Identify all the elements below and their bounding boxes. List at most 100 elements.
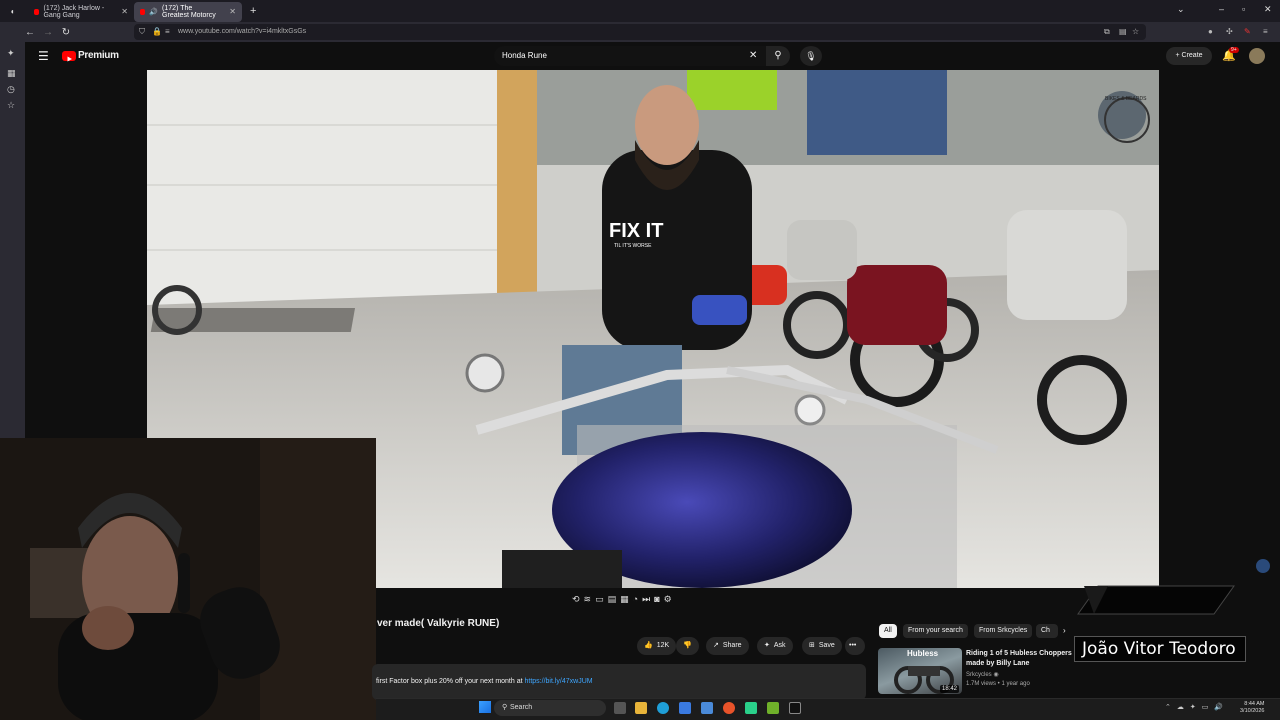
picture-in-picture-icon[interactable]: ⧉	[1104, 27, 1110, 37]
like-button[interactable]: 👍 12K	[637, 637, 677, 655]
search-button[interactable]: ⚲	[766, 46, 790, 66]
chip-more[interactable]: Ch	[1036, 624, 1058, 638]
taskbar-search[interactable]: Search	[494, 700, 606, 716]
lock-icon[interactable]: 🔒	[152, 27, 162, 36]
microphone-icon: 🎙	[805, 51, 817, 61]
reload-icon[interactable]: ↻	[57, 27, 75, 38]
player-controls: ⟲ ≋ ▭ ▤ ▦ ◔ ⏭ ◙ ⚙	[572, 594, 672, 608]
extension-icon[interactable]: ●	[1208, 27, 1213, 36]
file-explorer-icon[interactable]	[635, 702, 647, 714]
settings-gear-icon[interactable]: ⚙	[664, 594, 672, 608]
video-title: ver made( Valkyrie RUNE)	[377, 618, 500, 629]
extension-red-icon[interactable]: ✎	[1244, 27, 1251, 36]
bookmark-star-icon[interactable]: ☆	[1132, 27, 1139, 36]
shield-icon[interactable]: ⛉	[139, 27, 145, 37]
close-tab-icon[interactable]: ✕	[229, 7, 236, 16]
url-bar[interactable]: www.youtube.com/watch?v=i4mkltxGsGs	[134, 24, 1146, 40]
list-tabs-icon[interactable]: ⌄	[1177, 4, 1185, 15]
steam-icon[interactable]	[1256, 559, 1270, 573]
create-button[interactable]: + Create	[1166, 47, 1212, 65]
share-icon: ↗	[713, 642, 719, 649]
tab-jack-harlow[interactable]: (172) Jack Harlow - Gang Gang ✕	[28, 2, 134, 22]
new-tab-button[interactable]: +	[250, 5, 256, 17]
next-icon[interactable]: ⏭	[642, 594, 650, 608]
clip-icon[interactable]: ▤	[608, 594, 617, 608]
loop-icon[interactable]: ⟲	[572, 594, 580, 608]
tab-title: (172) Jack Harlow - Gang Gang	[43, 4, 105, 19]
edge-icon[interactable]	[657, 702, 669, 714]
history-icon[interactable]: ▦	[7, 68, 16, 79]
firefox-view-icon[interactable]: ◐	[4, 7, 22, 16]
close-window-icon[interactable]: ✕	[1264, 4, 1272, 15]
captions-icon[interactable]: ▭	[595, 594, 604, 608]
chips-next-icon[interactable]: ›	[1063, 626, 1066, 635]
synced-tabs-icon[interactable]: ◷	[7, 84, 15, 95]
shirt-text: FIX IT	[609, 220, 664, 242]
search-input[interactable]: Honda Rune	[494, 46, 766, 66]
dislike-button[interactable]: 👎	[676, 637, 699, 655]
ask-button[interactable]: ✦ Ask	[757, 637, 793, 655]
youtube-favicon-icon	[140, 8, 146, 15]
close-tab-icon[interactable]: ✕	[121, 7, 128, 16]
video-description[interactable]: first Factor box plus 20% off your next …	[372, 664, 866, 700]
streamer-name: João Vitor Teodoro	[1082, 639, 1236, 659]
puzzle-icon[interactable]: ✣	[1226, 27, 1233, 36]
taskbar-clock[interactable]: 8:44 AM 3/10/2026	[1240, 701, 1264, 715]
banner-brand: BIKES & BEARDS	[1105, 96, 1147, 102]
search-icon: ⚲	[774, 50, 782, 61]
tab-strip: ◐ (172) Jack Harlow - Gang Gang ✕ 🔊 (172…	[0, 0, 1280, 22]
tab-greatest-motorcycle[interactable]: 🔊 (172) The Greatest Motorcy ✕	[134, 1, 242, 22]
minimize-icon[interactable]: –	[1219, 4, 1224, 14]
theater-icon[interactable]: ▦	[620, 594, 629, 608]
voice-search-button[interactable]: 🎙	[800, 46, 822, 66]
shirt-subtext: TIL IT'S WORSE	[614, 243, 652, 249]
speed-icon[interactable]: ◔	[633, 594, 638, 608]
ai-chat-icon[interactable]: ✦	[7, 48, 15, 59]
recommendation-title[interactable]: Riding 1 of 5 Hubless Choppers made by B…	[966, 649, 1076, 669]
chip-from-srkcycles[interactable]: From Srkcycles	[974, 624, 1033, 638]
audio-icon[interactable]: ≋	[584, 594, 592, 608]
more-icon: •••	[849, 642, 857, 649]
save-button[interactable]: ⊞ Save	[802, 637, 842, 655]
more-actions-button[interactable]: •••	[845, 637, 865, 655]
clear-search-icon[interactable]: ✕	[749, 50, 757, 61]
nvidia-icon[interactable]	[767, 702, 779, 714]
description-link[interactable]: https://bit.ly/47xwJUM	[525, 678, 593, 685]
webcam-frame	[0, 438, 376, 720]
speaker-icon[interactable]: 🔊	[149, 8, 158, 16]
url-text: www.youtube.com/watch?v=i4mkltxGsGs	[178, 28, 307, 35]
notifications-badge: 9+	[1229, 47, 1239, 53]
save-label: Save	[818, 642, 835, 649]
store-icon[interactable]	[679, 702, 691, 714]
reader-view-icon[interactable]: ▤	[1119, 27, 1127, 36]
start-icon[interactable]	[479, 701, 491, 713]
avatar[interactable]	[1249, 48, 1265, 64]
forward-icon[interactable]: →	[39, 27, 57, 38]
guide-menu-icon[interactable]: ☰	[38, 49, 49, 63]
m-app-icon[interactable]	[789, 702, 801, 714]
create-label: Create	[1181, 52, 1203, 59]
clock-date: 3/10/2026	[1240, 708, 1265, 714]
share-label: Share	[722, 642, 742, 649]
description-text: first Factor box plus 20% off your next …	[376, 678, 525, 685]
maximize-icon[interactable]: ▫	[1242, 4, 1245, 14]
chip-from-your-search[interactable]: From your search	[903, 624, 968, 638]
bookmarks-icon[interactable]: ☆	[7, 100, 15, 111]
task-view-icon[interactable]	[614, 702, 626, 714]
menu-icon[interactable]: ≡	[1263, 27, 1268, 36]
bookmark-icon: ⊞	[809, 642, 815, 649]
youtube-logo-icon[interactable]	[62, 51, 76, 62]
firefox-icon[interactable]	[723, 702, 735, 714]
app-icon[interactable]	[701, 702, 713, 714]
channel-name: Srkcycles	[966, 672, 992, 678]
youtube-premium-logo[interactable]: Premium	[78, 50, 119, 61]
sparkle-icon: ✦	[764, 642, 770, 649]
chip-all[interactable]: All	[879, 624, 897, 638]
recommendation-channel[interactable]: Srkcycles ◉	[966, 671, 999, 678]
permissions-icon[interactable]: ≡	[165, 27, 170, 36]
screenshot-icon[interactable]: ◙	[654, 594, 659, 608]
youtube-favicon-icon	[34, 8, 40, 15]
chat-app-icon[interactable]	[745, 702, 757, 714]
tray-icons[interactable]: ⌃☁✦▭🔊	[1165, 703, 1229, 711]
share-button[interactable]: ↗ Share	[706, 637, 749, 655]
